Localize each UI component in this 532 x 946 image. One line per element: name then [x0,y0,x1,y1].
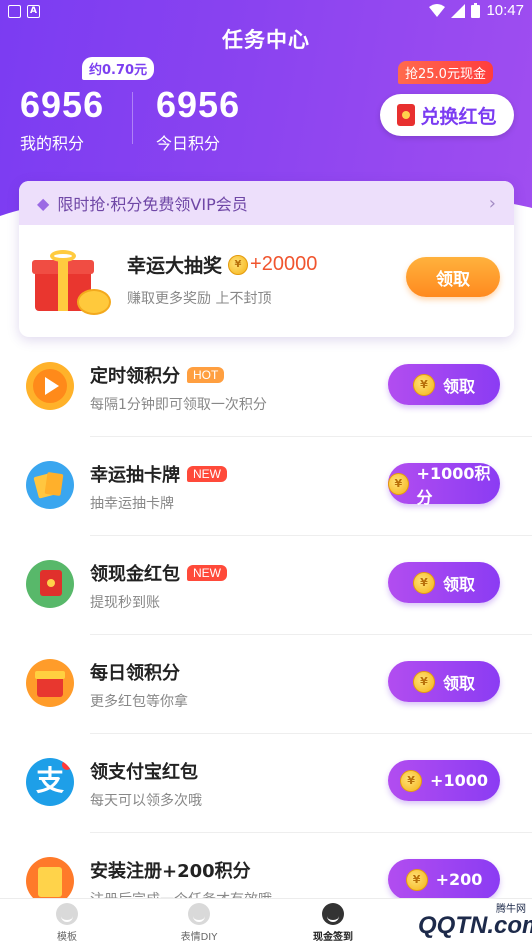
coin-icon: ¥ [228,254,249,275]
alipay-glyph: 支 [35,764,64,797]
diamond-icon: ◆ [37,193,50,213]
task-button-label: +1000 [430,771,488,790]
new-tag: NEW [187,466,227,482]
task-title-text: 领现金红包 [90,564,180,585]
task-title: 领现金红包 NEW [90,560,227,586]
coin-icon: ¥ [405,868,428,891]
task-button-label: 领取 [442,673,475,693]
task-claim-button[interactable]: ¥ 领取 [388,661,500,702]
coin-icon: ¥ [412,670,435,693]
wifi-icon [429,3,446,17]
nav-cash-checkin[interactable]: 现金签到 [298,903,368,943]
task-button-label: +1000积分 [416,463,491,507]
smiley-icon [188,903,210,925]
my-points: 6956 我的积分 [20,84,104,154]
gift-box-icon [26,659,74,707]
task-button-label: 领取 [442,376,475,396]
today-points-value: 6956 [156,84,241,125]
nav-label: 表情DIY [180,932,218,943]
task-claim-button[interactable]: ¥ +1000积分 [388,463,500,507]
nav-label: 模板 [57,932,77,943]
notification-icon [8,5,21,18]
approx-value-badge: 约0.70元 [82,57,155,80]
smiley-icon [56,903,78,925]
task-row: 领现金红包 NEW 提现秒到账 ¥ 领取 [0,536,532,635]
vip-banner[interactable]: ◆ 限时抢·积分免费领VIP会员 › [19,181,514,225]
task-claim-button[interactable]: ¥ 领取 [388,562,500,603]
task-title: 幸运抽卡牌 NEW [90,461,227,487]
task-title-text: 幸运抽卡牌 [90,465,180,486]
task-row: 每日领积分 更多红包等你拿 ¥ 领取 [0,635,532,734]
red-envelope-icon [397,104,416,126]
task-title: 安装注册+200积分 [90,857,251,883]
points-divider [132,92,133,144]
task-claim-button[interactable]: ¥ +1000 [388,760,500,801]
red-envelope-icon [26,560,74,608]
app-notification-icon: A [27,5,40,18]
watermark: 腾牛网 QQTN.com [418,900,532,942]
gift-box-icon [32,250,111,317]
new-tag: NEW [187,565,227,581]
lottery-subtitle: 赚取更多奖励 上不封顶 [127,291,272,307]
vip-lottery-card: ◆ 限时抢·积分免费领VIP会员 › 幸运大抽奖 ¥ +20000 赚取更多奖励… [19,181,514,337]
my-points-value: 6956 [20,84,105,125]
exchange-red-envelope-button[interactable]: 兑换红包 [380,94,514,136]
battery-icon [471,3,481,18]
nav-emoji-diy[interactable]: 表情DIY [164,903,234,943]
page-title: 任务中心 [222,28,310,52]
nav-label: 现金签到 [313,932,353,943]
play-icon [26,362,74,410]
task-claim-button[interactable]: ¥ 领取 [388,364,500,405]
nav-templates[interactable]: 模板 [32,903,102,943]
lottery-bonus: +20000 [250,253,318,275]
alipay-icon: 支 [26,758,74,806]
task-button-label: +200 [435,870,483,889]
lottery-title-text: 幸运大抽奖 [127,255,223,277]
coin-icon: ¥ [400,769,423,792]
today-points: 6956 今日积分 [156,84,240,154]
task-subtitle: 每天可以领多次哦 [90,793,202,809]
task-title-text: 每日领积分 [90,663,180,684]
task-button-label: 领取 [442,574,475,594]
task-title: 领支付宝红包 [90,758,198,784]
cards-icon [26,461,74,509]
task-subtitle: 更多红包等你拿 [90,694,188,710]
status-bar: A 10:47 [0,0,532,24]
task-claim-button[interactable]: ¥ +200 [388,859,500,900]
task-subtitle: 抽幸运抽卡牌 [90,496,174,512]
exchange-label: 兑换红包 [420,105,497,128]
task-title: 定时领积分 HOT [90,362,225,388]
vip-banner-text: 限时抢·积分免费领VIP会员 [57,195,248,214]
task-subtitle: 提现秒到账 [90,595,160,611]
lottery-title: 幸运大抽奖 ¥ +20000 [127,251,317,278]
task-subtitle: 每隔1分钟即可领取一次积分 [90,397,267,413]
today-points-label: 今日积分 [156,134,221,153]
task-title-text: 定时领积分 [90,366,180,387]
watermark-main: QQTN.com [418,912,532,939]
cash-tag: 抢25.0元现金 [398,61,493,84]
signal-icon [451,3,466,18]
hot-tag: HOT [187,367,225,383]
task-title: 每日领积分 [90,659,180,685]
coin-icon: ¥ [412,373,435,396]
lottery-row: 幸运大抽奖 ¥ +20000 赚取更多奖励 上不封顶 领取 [19,225,514,337]
task-row: 幸运抽卡牌 NEW 抽幸运抽卡牌 ¥ +1000积分 [0,437,532,536]
chevron-right-icon: › [488,193,496,214]
coin-icon [322,903,344,925]
my-points-label: 我的积分 [20,134,85,153]
task-title-text: 领支付宝红包 [90,762,198,783]
task-row: 定时领积分 HOT 每隔1分钟即可领取一次积分 ¥ 领取 [0,338,532,437]
lottery-claim-button[interactable]: 领取 [406,257,500,297]
task-row: 支 领支付宝红包 每天可以领多次哦 ¥ +1000 [0,734,532,833]
clock: 10:47 [486,2,524,19]
coin-icon: ¥ [412,571,435,594]
coin-icon: ¥ [388,472,409,495]
task-title-text: 安装注册+200积分 [90,861,251,882]
